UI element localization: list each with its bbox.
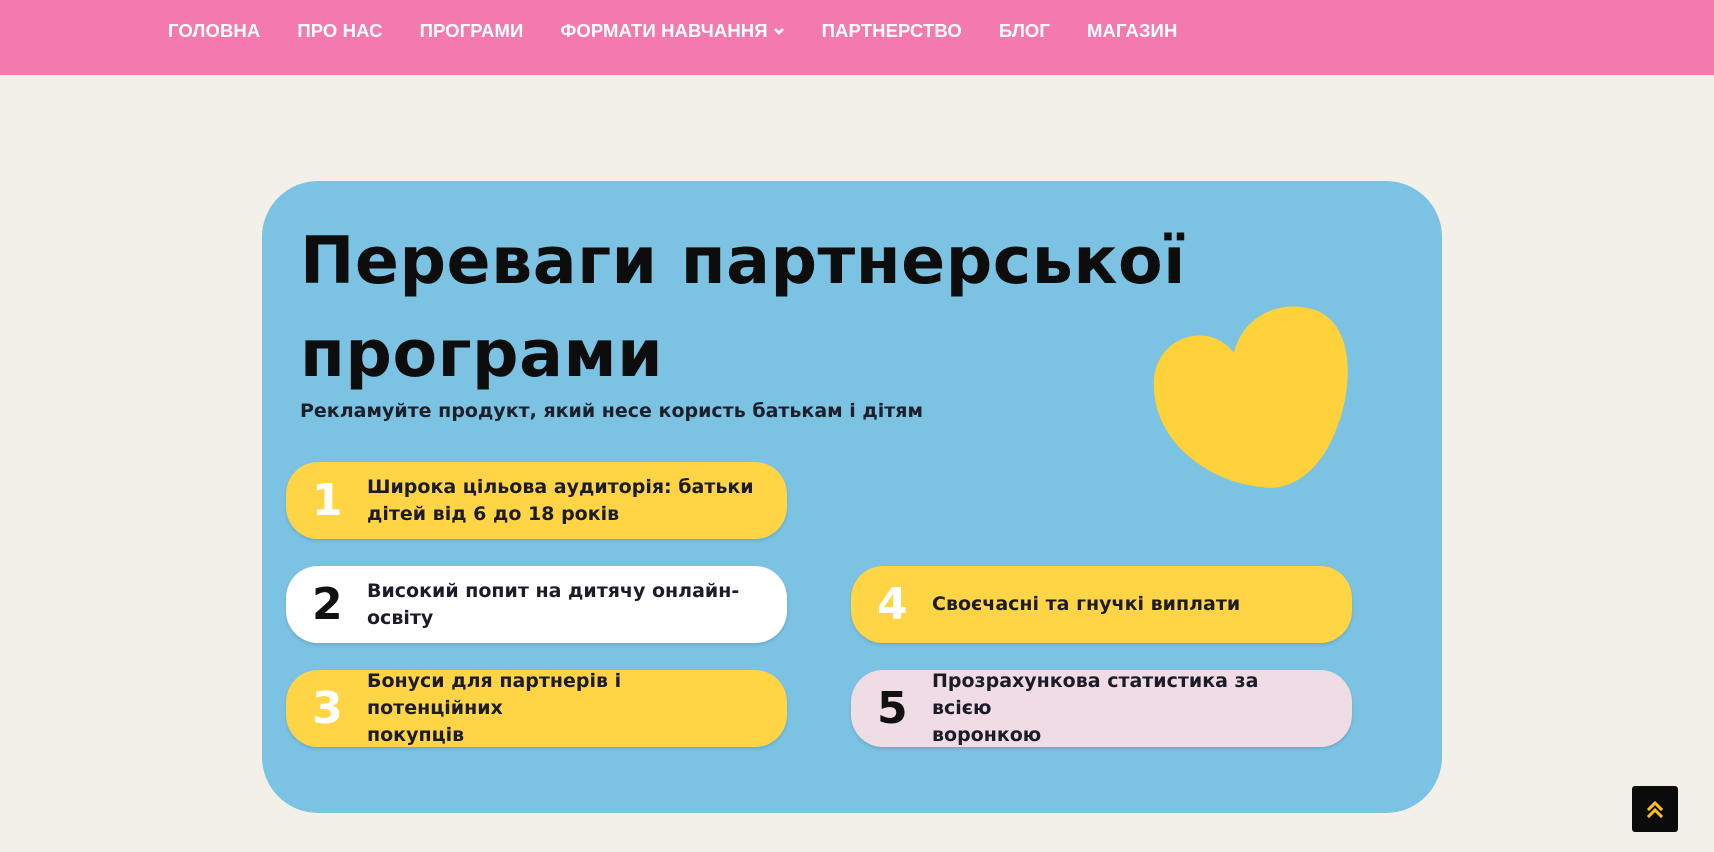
nav-item-blog[interactable]: БЛОГ [999,20,1050,42]
benefit-item: 5 Прозрахункова статистика за всією ворон… [851,670,1352,747]
benefit-text: Прозрахункова статистика за всією воронк… [932,670,1259,746]
chevron-down-icon [773,26,785,36]
banner-title: Переваги партнерської програми [300,224,1186,392]
nav-item-label: ФОРМАТИ НАВЧАННЯ [560,20,768,41]
partner-benefits-banner: Переваги партнерської програми Рекламуйт… [262,181,1442,813]
benefit-number: 1 [312,475,343,526]
benefit-text: Широка цільова аудиторія: батьки дітей в… [367,475,754,525]
nav-item-label: ПРОГРАМИ [419,20,524,41]
benefit-text: Високий попит на дитячу онлайн- освіту [367,579,740,629]
scroll-to-top-button[interactable] [1632,786,1678,832]
nav-item-label: ПРО НАС [297,20,383,41]
benefit-number: 3 [312,683,343,734]
benefit-number: 4 [877,579,908,630]
benefit-number: 2 [312,579,343,630]
top-navigation-bar: ГОЛОВНА ПРО НАС ПРОГРАМИ ФОРМАТИ НАВЧАННЯ ПА… [0,0,1714,75]
benefit-text: Бонуси для партнерів і потенційних покуп… [367,670,622,746]
benefit-text: Своєчасні та гнучкі виплати [932,593,1241,615]
nav-item-label: МАГАЗИН [1087,20,1178,41]
main-menu: ГОЛОВНА ПРО НАС ПРОГРАМИ ФОРМАТИ НАВЧАННЯ ПА… [168,0,1214,62]
nav-item-programs[interactable]: ПРОГРАМИ [420,20,524,42]
nav-item-shop[interactable]: МАГАЗИН [1087,20,1177,42]
nav-item-home[interactable]: ГОЛОВНА [168,20,260,42]
benefit-item: 3 Бонуси для партнерів і потенційних поку… [286,670,787,747]
nav-item-formats[interactable]: ФОРМАТИ НАВЧАННЯ [560,20,784,42]
nav-item-label: БЛОГ [998,20,1050,41]
benefit-item: 4 Своєчасні та гнучкі виплати [851,566,1352,643]
heart-icon [1153,306,1348,488]
double-chevron-up-icon [1647,800,1663,818]
nav-item-label: ПАРТНЕРСТВО [821,20,962,41]
nav-item-partnership[interactable]: ПАРТНЕРСТВО [822,20,962,42]
benefit-number: 5 [877,683,908,734]
nav-item-about[interactable]: ПРО НАС [297,20,382,42]
nav-item-label: ГОЛОВНА [168,20,261,41]
benefit-item: 2 Високий попит на дитячу онлайн- освіту [286,566,787,643]
banner-subtitle: Рекламуйте продукт, який несе користь ба… [300,400,924,422]
benefit-item: 1 Широка цільова аудиторія: батьки дітей … [286,462,787,539]
